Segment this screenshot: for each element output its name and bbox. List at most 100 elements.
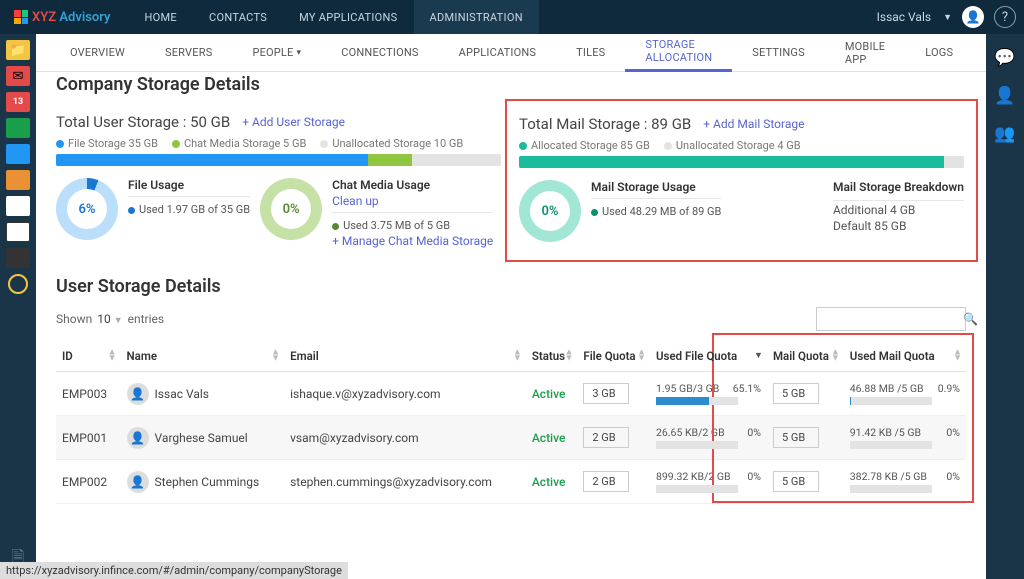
user-storage-legend: File Storage 35 GB Chat Media Storage 5 … bbox=[56, 137, 501, 150]
right-rail: 💬 👤 👥 bbox=[986, 34, 1024, 579]
app-circle-icon[interactable] bbox=[8, 274, 28, 294]
cell-email: vsam@xyzadvisory.com bbox=[284, 416, 526, 460]
tab-tiles[interactable]: TILES bbox=[556, 34, 625, 72]
cell-id: EMP001 bbox=[56, 416, 121, 460]
user-menu[interactable]: Issac Vals ▼ 👤 ? bbox=[877, 6, 1016, 28]
app-blue-icon[interactable] bbox=[6, 144, 30, 164]
add-user-storage-link[interactable]: + Add User Storage bbox=[242, 115, 345, 129]
tab-storage-allocation[interactable]: STORAGE ALLOCATION bbox=[625, 34, 732, 72]
user-name: Issac Vals bbox=[877, 10, 931, 24]
app-grey-icon[interactable] bbox=[6, 222, 30, 242]
group-icon[interactable]: 👥 bbox=[994, 124, 1015, 144]
cell-mail-quota: 5 GB bbox=[767, 460, 844, 504]
mail-usage-title: Mail Storage Usage bbox=[591, 180, 721, 194]
app-black-icon[interactable] bbox=[6, 248, 30, 268]
tab-connections[interactable]: CONNECTIONS bbox=[321, 34, 438, 72]
company-storage-title: Company Storage Details bbox=[56, 74, 966, 95]
cell-name: 👤Varghese Samuel bbox=[121, 416, 285, 460]
mail-quota-input[interactable]: 5 GB bbox=[773, 427, 819, 448]
entries-select[interactable]: 10 ▼ bbox=[97, 312, 122, 326]
folder-icon[interactable]: 📁 bbox=[6, 40, 30, 60]
tab-overview[interactable]: OVERVIEW bbox=[50, 34, 145, 72]
col-used-mail[interactable]: Used Mail Quota▲▼ bbox=[844, 341, 966, 372]
search-icon[interactable]: 🔍 bbox=[963, 312, 978, 326]
col-name[interactable]: Name▲▼ bbox=[121, 341, 285, 372]
mail-breakdown: Mail Storage Breakdown Additional 4 GB D… bbox=[833, 180, 964, 242]
app-orange-icon[interactable] bbox=[6, 170, 30, 190]
tab-people[interactable]: PEOPLE▾ bbox=[232, 34, 321, 72]
col-used-file[interactable]: Used File Quota▼ bbox=[650, 341, 767, 372]
mail-usage-line: Used 48.29 MB of 89 GB bbox=[591, 205, 721, 218]
avatar: 👤 bbox=[962, 6, 984, 28]
manage-chat-storage-link[interactable]: + Manage Chat Media Storage bbox=[332, 234, 493, 248]
sub-nav-wrap: OVERVIEW SERVERS PEOPLE▾ CONNECTIONS APP… bbox=[36, 34, 986, 72]
avatar: 👤 bbox=[127, 427, 149, 449]
chat-icon[interactable]: 💬 bbox=[994, 48, 1015, 68]
nav-administration[interactable]: ADMINISTRATION bbox=[414, 0, 539, 34]
cell-status: Active bbox=[526, 460, 578, 504]
file-quota-input[interactable]: 3 GB bbox=[583, 383, 629, 404]
help-icon[interactable]: ? bbox=[994, 6, 1016, 28]
app-white-icon[interactable] bbox=[6, 196, 30, 216]
logo-icon bbox=[14, 10, 28, 24]
user-storage-table: ID▲▼ Name▲▼ Email▲▼ Status▲▼ File Quota▲… bbox=[56, 341, 966, 504]
cell-name: 👤Stephen Cummings bbox=[121, 460, 285, 504]
chevron-down-icon: ▾ bbox=[297, 48, 302, 58]
mail-usage-donut: 0% bbox=[519, 180, 581, 242]
tab-settings[interactable]: SETTINGS bbox=[732, 34, 825, 72]
nav-my-applications[interactable]: MY APPLICATIONS bbox=[283, 0, 413, 34]
cell-file-quota: 3 GB bbox=[577, 372, 650, 416]
col-id[interactable]: ID▲▼ bbox=[56, 341, 121, 372]
avatar: 👤 bbox=[127, 471, 149, 493]
top-nav: HOME CONTACTS MY APPLICATIONS ADMINISTRA… bbox=[129, 0, 539, 34]
cell-status: Active bbox=[526, 416, 578, 460]
table-row[interactable]: EMP003 👤Issac Vals ishaque.v@xyzadvisory… bbox=[56, 372, 966, 416]
col-mail-quota[interactable]: Mail Quota▲▼ bbox=[767, 341, 844, 372]
mail-icon[interactable]: ✉ bbox=[6, 66, 30, 86]
file-quota-input[interactable]: 2 GB bbox=[583, 471, 629, 492]
app-green-icon[interactable] bbox=[6, 118, 30, 138]
logo[interactable]: XYZ Advisory bbox=[8, 10, 117, 25]
tab-mobile-app[interactable]: MOBILE APP bbox=[825, 34, 905, 72]
mail-quota-bar bbox=[850, 441, 932, 449]
file-quota-bar bbox=[656, 441, 738, 449]
tab-applications[interactable]: APPLICATIONS bbox=[439, 34, 557, 72]
tab-logs[interactable]: LOGS bbox=[905, 34, 973, 72]
cleanup-link[interactable]: Clean up bbox=[332, 194, 493, 208]
col-email[interactable]: Email▲▼ bbox=[284, 341, 526, 372]
calendar-icon[interactable]: 13 bbox=[6, 92, 30, 112]
table-row[interactable]: EMP001 👤Varghese Samuel vsam@xyzadvisory… bbox=[56, 416, 966, 460]
file-usage-title: File Usage bbox=[128, 178, 250, 192]
file-quota-bar bbox=[656, 485, 738, 493]
col-status[interactable]: Status▲▼ bbox=[526, 341, 578, 372]
avatar: 👤 bbox=[127, 383, 149, 405]
mail-quota-input[interactable]: 5 GB bbox=[773, 471, 819, 492]
sub-nav: OVERVIEW SERVERS PEOPLE▾ CONNECTIONS APP… bbox=[36, 34, 986, 72]
cell-file-quota: 2 GB bbox=[577, 416, 650, 460]
cell-used-file: 899.32 KB/2 GB0% bbox=[650, 460, 767, 504]
col-file-quota[interactable]: File Quota▲▼ bbox=[577, 341, 650, 372]
chat-usage-title: Chat Media Usage bbox=[332, 178, 493, 192]
cell-file-quota: 2 GB bbox=[577, 460, 650, 504]
search-input[interactable] bbox=[823, 313, 963, 326]
add-mail-storage-link[interactable]: + Add Mail Storage bbox=[703, 117, 804, 131]
nav-contacts[interactable]: CONTACTS bbox=[193, 0, 283, 34]
nav-home[interactable]: HOME bbox=[129, 0, 193, 34]
table-row[interactable]: EMP002 👤Stephen Cummings stephen.cumming… bbox=[56, 460, 966, 504]
file-quota-input[interactable]: 2 GB bbox=[583, 427, 629, 448]
total-mail-storage: Total Mail Storage : 89 GB bbox=[519, 115, 691, 133]
user-storage-panel: Total User Storage : 50 GB + Add User St… bbox=[56, 105, 501, 250]
chat-usage-donut: 0% bbox=[260, 178, 322, 240]
person-icon[interactable]: 👤 bbox=[994, 86, 1015, 106]
total-user-storage: Total User Storage : 50 GB bbox=[56, 113, 230, 131]
search-box[interactable]: 🔍 bbox=[816, 307, 966, 331]
mail-quota-input[interactable]: 5 GB bbox=[773, 383, 819, 404]
cell-used-file: 1.95 GB/3 GB65.1% bbox=[650, 372, 767, 416]
tab-servers[interactable]: SERVERS bbox=[145, 34, 232, 72]
chat-usage-line: Used 3.75 MB of 5 GB bbox=[332, 219, 493, 232]
cell-mail-quota: 5 GB bbox=[767, 416, 844, 460]
cell-email: stephen.cummings@xyzadvisory.com bbox=[284, 460, 526, 504]
cell-email: ishaque.v@xyzadvisory.com bbox=[284, 372, 526, 416]
cell-used-file: 26.65 KB/2 GB0% bbox=[650, 416, 767, 460]
content: Company Storage Details Total User Stora… bbox=[36, 72, 986, 579]
